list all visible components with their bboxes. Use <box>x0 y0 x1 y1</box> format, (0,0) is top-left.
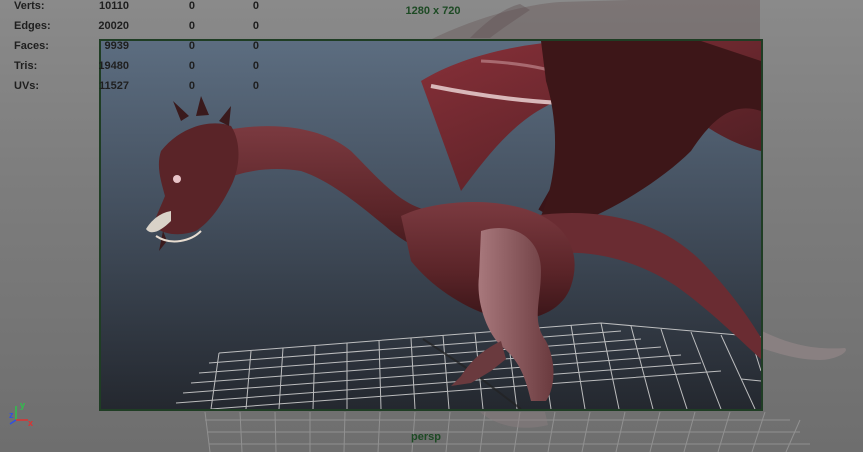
hud-row-tris: Tris: 19480 0 0 <box>0 60 300 76</box>
y-axis-label: y <box>20 400 25 410</box>
hud-value: 9939 <box>104 40 129 52</box>
hud-value: 0 <box>188 80 195 92</box>
hud-row-faces: Faces: 9939 0 0 <box>0 40 300 56</box>
hud-value: 19480 <box>98 60 129 72</box>
hud-value: 20020 <box>98 20 129 32</box>
hud-row-verts: Verts: 10110 0 0 <box>0 0 300 16</box>
axis-gizmo: y z x <box>9 400 33 428</box>
hud-value: 0 <box>252 40 259 52</box>
hud-label: Verts: <box>14 0 45 12</box>
hud-value: 0 <box>188 40 195 52</box>
hud-value: 0 <box>188 60 195 72</box>
hud-label: UVs: <box>14 80 40 92</box>
hud-label: Tris: <box>14 60 38 72</box>
hud-value: 0 <box>188 20 195 32</box>
hud-label: Faces: <box>14 40 49 52</box>
tail-faded <box>760 330 846 360</box>
hud-value: 0 <box>252 80 259 92</box>
hud-label: Edges: <box>14 20 51 32</box>
hud-value: 0 <box>252 20 259 32</box>
poly-count-hud: Verts: 10110 0 0 Edges: 20020 0 0 Faces:… <box>0 0 300 100</box>
hud-value: 11527 <box>99 80 129 92</box>
resolution-gate-label: 1280 x 720 <box>405 5 461 17</box>
camera-name-label: persp <box>411 431 441 443</box>
hud-row-uvs: UVs: 11527 0 0 <box>0 80 300 96</box>
hud-value: 0 <box>252 60 259 72</box>
hud-row-edges: Edges: 20020 0 0 <box>0 20 300 36</box>
z-axis-line <box>9 419 17 425</box>
hud-value: 0 <box>188 0 195 12</box>
z-axis-label: z <box>9 410 14 420</box>
x-axis-label: x <box>28 418 33 428</box>
hud-value: 0 <box>252 0 259 12</box>
hud-value: 10110 <box>99 0 129 12</box>
